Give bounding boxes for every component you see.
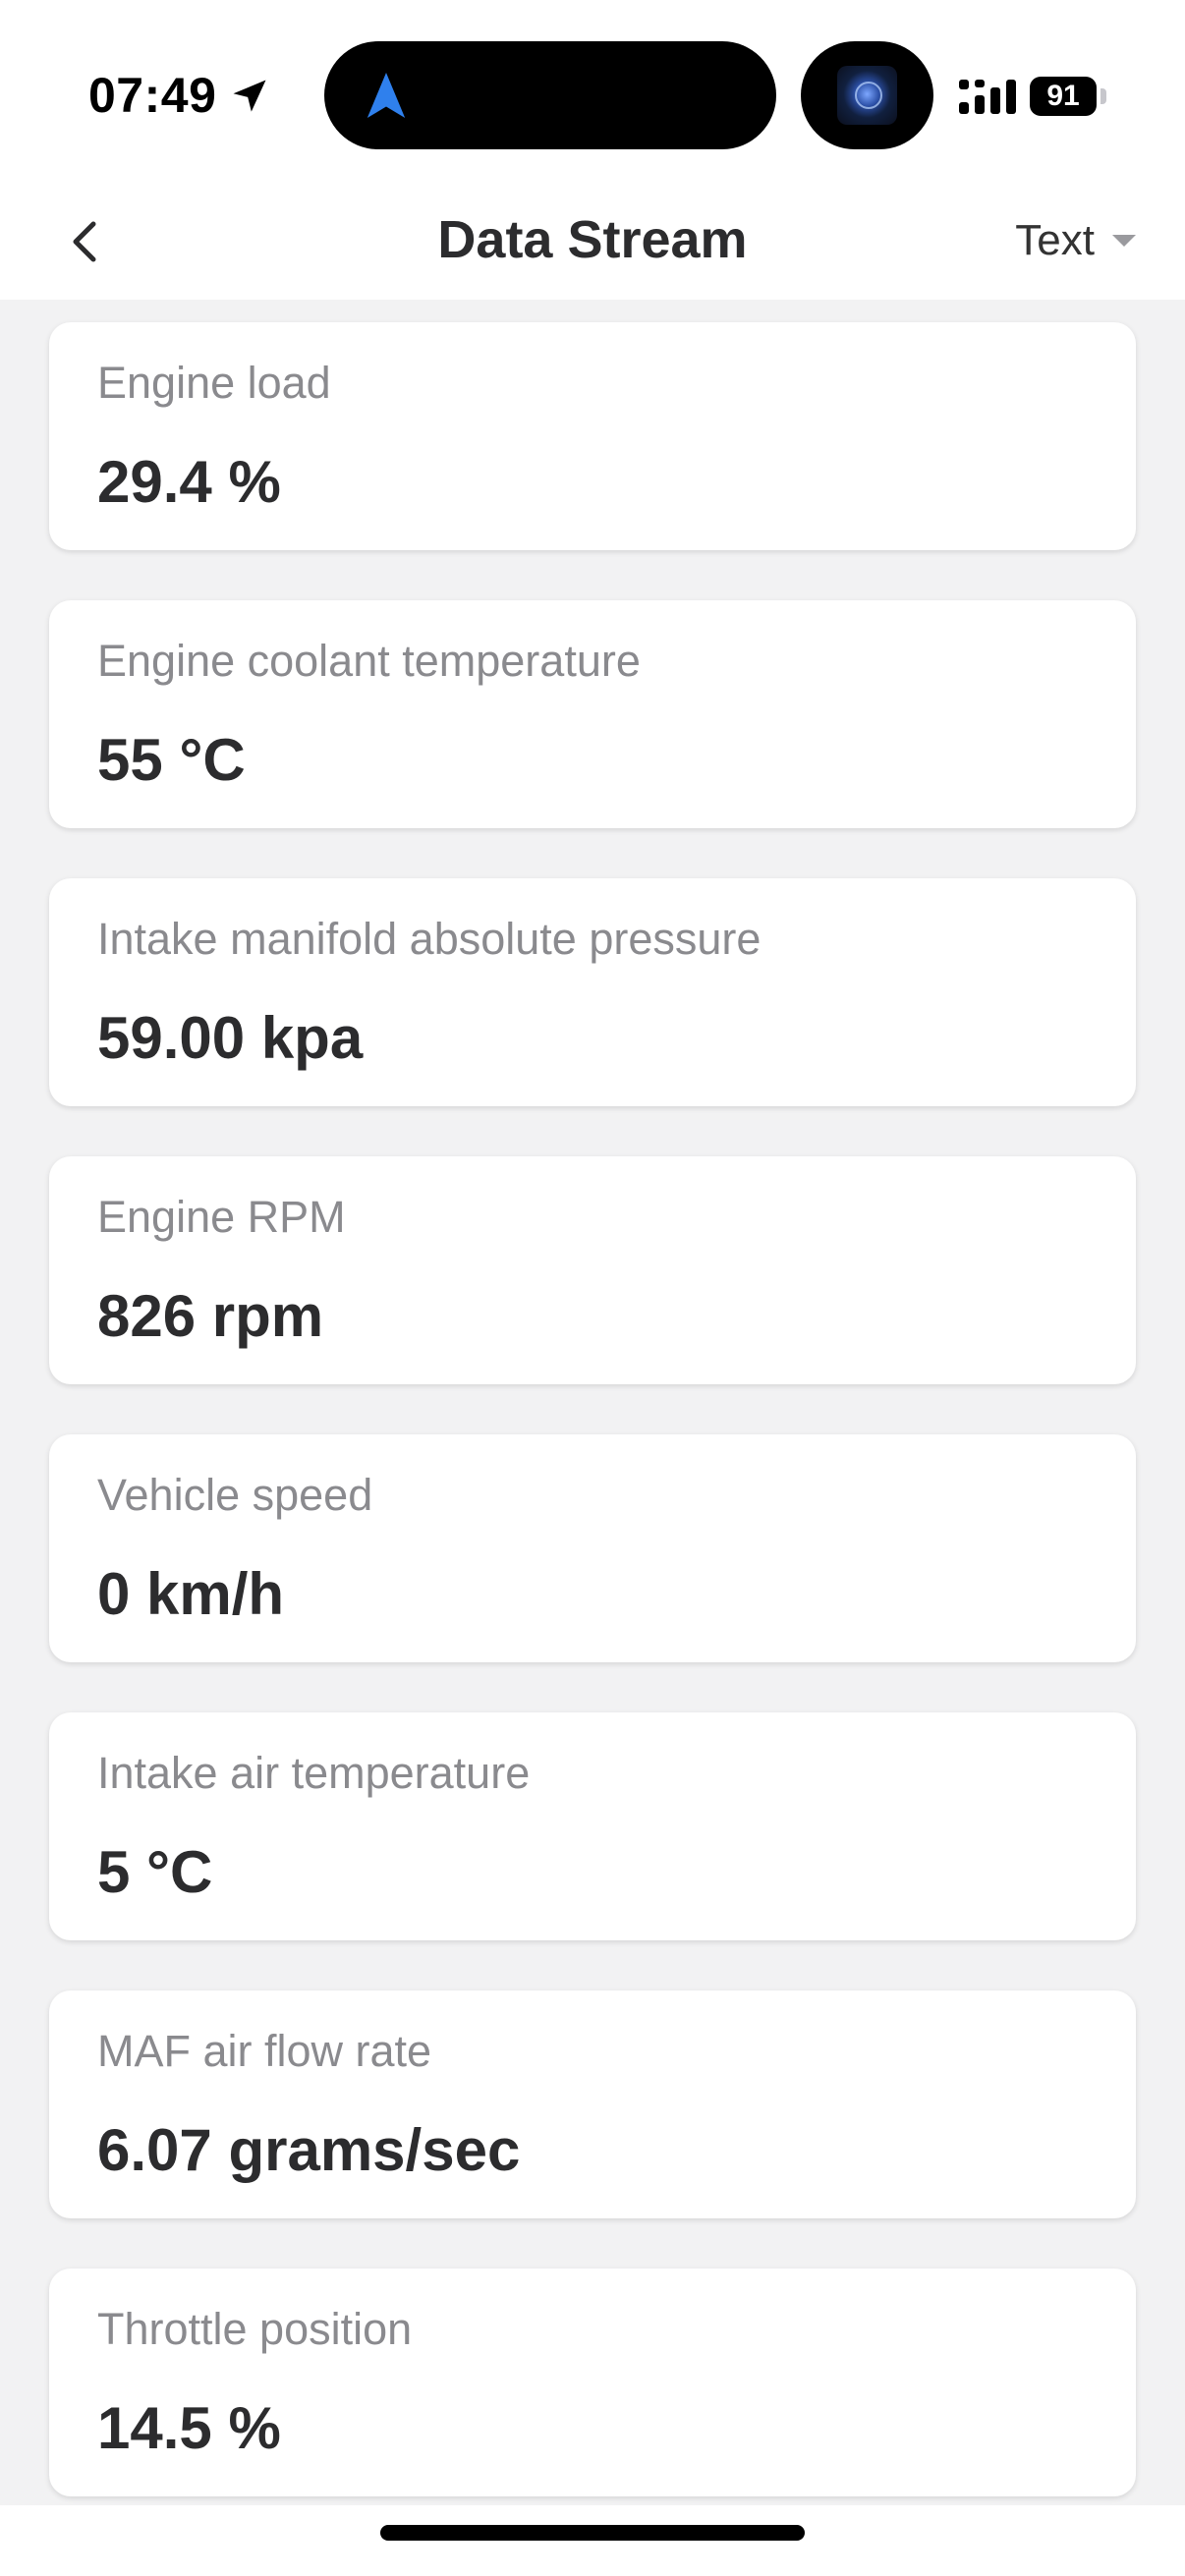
data-label: Engine coolant temperature	[97, 636, 641, 686]
data-value: 5 °C	[97, 1839, 213, 1905]
data-label: Intake air temperature	[97, 1748, 531, 1798]
location-arrow-icon	[233, 80, 266, 112]
data-card-vehicle-speed[interactable]: Vehicle speed 0 km/h	[49, 1434, 1136, 1662]
data-value: 29.4 %	[97, 449, 281, 515]
data-card-engine-rpm[interactable]: Engine RPM 826 rpm	[49, 1156, 1136, 1384]
data-value: 59.00 kpa	[97, 1005, 364, 1071]
navigation-bar: Data Stream Text	[0, 187, 1185, 300]
home-indicator[interactable]	[380, 2525, 805, 2541]
cellular-signal-icon	[959, 80, 1016, 114]
data-label: Vehicle speed	[97, 1470, 373, 1520]
status-time: 07:49	[88, 68, 217, 123]
data-label: Throttle position	[97, 2304, 413, 2354]
data-value: 55 °C	[97, 727, 246, 793]
now-playing-artwork[interactable]	[801, 41, 933, 149]
data-card-throttle-position[interactable]: Throttle position 14.5 %	[49, 2268, 1136, 2496]
status-bar: 07:49 91	[0, 0, 1185, 187]
battery-level: 91	[1030, 77, 1097, 116]
battery-cap	[1100, 88, 1106, 104]
album-art-icon	[837, 66, 897, 125]
data-value: 6.07 grams/sec	[97, 2117, 521, 2183]
data-stream-list[interactable]: Engine load 29.4 % Engine coolant temper…	[0, 300, 1185, 2505]
navigation-arrow-icon	[367, 73, 406, 118]
data-label: MAF air flow rate	[97, 2026, 432, 2076]
data-value: 826 rpm	[97, 1283, 324, 1349]
data-label: Engine load	[97, 358, 331, 408]
back-button[interactable]	[54, 201, 133, 280]
view-mode-dropdown[interactable]: Text	[1015, 208, 1136, 273]
data-label: Intake manifold absolute pressure	[97, 914, 762, 964]
data-value: 14.5 %	[97, 2395, 281, 2461]
view-mode-label: Text	[1015, 216, 1095, 264]
data-card-maf-air-flow-rate[interactable]: MAF air flow rate 6.07 grams/sec	[49, 1990, 1136, 2218]
data-label: Engine RPM	[97, 1192, 346, 1242]
bottom-safe-area	[0, 2505, 1185, 2576]
caret-down-icon	[1112, 235, 1136, 247]
data-card-engine-coolant-temperature[interactable]: Engine coolant temperature 55 °C	[49, 600, 1136, 828]
data-card-engine-load[interactable]: Engine load 29.4 %	[49, 322, 1136, 550]
data-card-intake-air-temperature[interactable]: Intake air temperature 5 °C	[49, 1712, 1136, 1940]
page-title: Data Stream	[437, 210, 748, 269]
data-value: 0 km/h	[97, 1561, 285, 1627]
dynamic-island[interactable]	[324, 41, 776, 149]
data-card-intake-manifold-pressure[interactable]: Intake manifold absolute pressure 59.00 …	[49, 878, 1136, 1106]
chevron-left-icon	[73, 221, 96, 262]
